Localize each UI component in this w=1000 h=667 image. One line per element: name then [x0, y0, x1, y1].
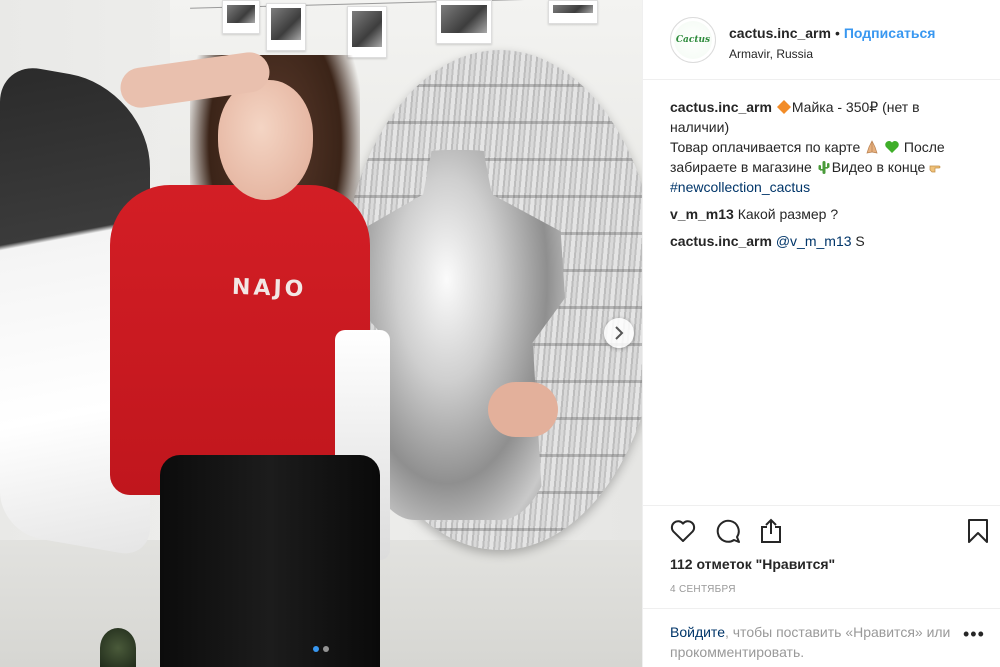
post-sidebar: Cactus cactus.inc_arm • Подписаться Armavi… [642, 0, 1000, 667]
heart-icon [670, 520, 696, 542]
green-heart-icon [885, 141, 899, 153]
more-options-icon[interactable]: ••• [963, 625, 985, 643]
save-button[interactable] [963, 516, 993, 546]
share-icon [761, 518, 781, 543]
bookmark-icon [968, 519, 988, 543]
hashtag-link[interactable]: #newcollection_cactus [670, 179, 810, 195]
avatar-logo-text: Cactus [675, 35, 711, 45]
location-link[interactable]: Armavir, Russia [729, 47, 813, 61]
black-pants [160, 455, 380, 667]
pointing-hand-icon [929, 165, 941, 173]
polaroid-photo [222, 0, 260, 34]
comment-icon [716, 519, 740, 543]
model-hand [488, 382, 558, 437]
login-prompt: Войдите, чтобы поставить «Нравится» или … [670, 622, 960, 662]
chevron-right-icon [615, 326, 624, 340]
comment-mention[interactable]: @v_m_m13 [776, 233, 852, 249]
comment-username[interactable]: v_m_m13 [670, 206, 734, 222]
share-button[interactable] [756, 516, 786, 546]
comment-item: cactus.inc_arm @v_m_m13 S [670, 231, 980, 251]
comment-text: Какой размер ? [737, 206, 839, 222]
folded-hands-icon [866, 140, 878, 154]
avatar[interactable]: Cactus [670, 17, 716, 63]
comment-button[interactable] [713, 516, 743, 546]
username-link[interactable]: cactus.inc_arm [729, 25, 831, 41]
carousel-next-button[interactable] [604, 318, 634, 348]
like-button[interactable] [668, 516, 698, 546]
comment-item: v_m_m13 Какой размер ? [670, 204, 980, 224]
header-user-line: cactus.inc_arm • Подписаться [729, 25, 935, 41]
comment-text: S [855, 233, 865, 249]
polaroid-photo [266, 3, 306, 51]
orange-diamond-icon [776, 100, 791, 114]
red-tshirt [110, 185, 370, 495]
separator: • [834, 25, 840, 41]
caption: cactus.inc_arm Майка - 350₽ (нет в налич… [670, 97, 980, 197]
carousel-dot [323, 646, 329, 652]
avatar-logo: Cactus [674, 21, 712, 59]
caption-username[interactable]: cactus.inc_arm [670, 99, 772, 115]
polaroid-photo [548, 0, 598, 24]
polaroid-photo [347, 6, 387, 58]
follow-button[interactable]: Подписаться [844, 25, 936, 41]
login-link[interactable]: Войдите [670, 624, 725, 640]
comment-footer: Войдите, чтобы поставить «Нравится» или … [643, 608, 1000, 667]
comment-username[interactable]: cactus.inc_arm [670, 233, 772, 249]
post-header: Cactus cactus.inc_arm • Подписаться Armavi… [643, 0, 1000, 80]
caption-line-2: Товар оплачивается по карте [670, 139, 861, 155]
post-photo[interactable]: NAJO [0, 0, 642, 667]
likes-count[interactable]: 112 отметок "Нравится" [670, 556, 835, 572]
polaroid-photo [436, 0, 492, 44]
caption-line-4: Видео в конце [831, 159, 926, 175]
cactus-icon [818, 161, 830, 174]
model-face [218, 80, 313, 200]
comments-list: cactus.inc_arm Майка - 350₽ (нет в налич… [670, 97, 980, 258]
post-date[interactable]: 4 сентября [670, 584, 736, 595]
tshirt-print: NAJO [231, 274, 307, 303]
action-bar [643, 505, 1000, 555]
carousel-dot-active [313, 646, 319, 652]
carousel-dots [0, 646, 642, 652]
